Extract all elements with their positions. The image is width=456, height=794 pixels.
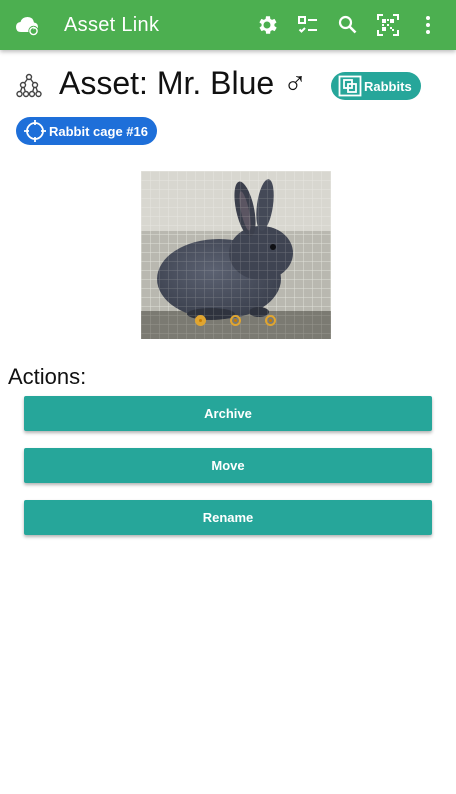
group-chip-label: Rabbits	[364, 78, 412, 94]
actions-heading: Actions:	[8, 364, 87, 389]
search-icon[interactable]	[336, 13, 360, 37]
group-icon	[338, 75, 362, 97]
archive-button[interactable]: Archive	[24, 396, 432, 431]
cloud-sync-icon[interactable]	[15, 13, 41, 37]
carousel-indicators	[141, 315, 331, 327]
top-app-bar: Asset Link	[0, 0, 456, 50]
asset-title: Asset: Mr. Blue ♂	[59, 65, 308, 101]
app-title: Asset Link	[64, 14, 160, 36]
carousel-dot-3[interactable]	[265, 315, 276, 326]
more-vert-icon[interactable]	[416, 13, 440, 37]
carousel-dot-1[interactable]	[195, 315, 206, 326]
location-chip-label: Rabbit cage #16	[49, 123, 148, 139]
move-button[interactable]: Move	[24, 448, 432, 483]
carousel-dot-2[interactable]	[230, 315, 241, 326]
rabbit-photo	[141, 171, 331, 339]
location-chip[interactable]: Rabbit cage #16	[16, 117, 157, 145]
hierarchy-icon[interactable]	[16, 73, 42, 99]
location-target-icon	[24, 120, 46, 142]
image-carousel[interactable]	[141, 171, 331, 339]
rename-button[interactable]: Rename	[24, 500, 432, 535]
group-chip[interactable]: Rabbits	[331, 72, 421, 100]
qr-scan-icon[interactable]	[376, 13, 400, 37]
checklist-icon[interactable]	[296, 13, 320, 37]
settings-gear-icon[interactable]	[255, 13, 279, 37]
